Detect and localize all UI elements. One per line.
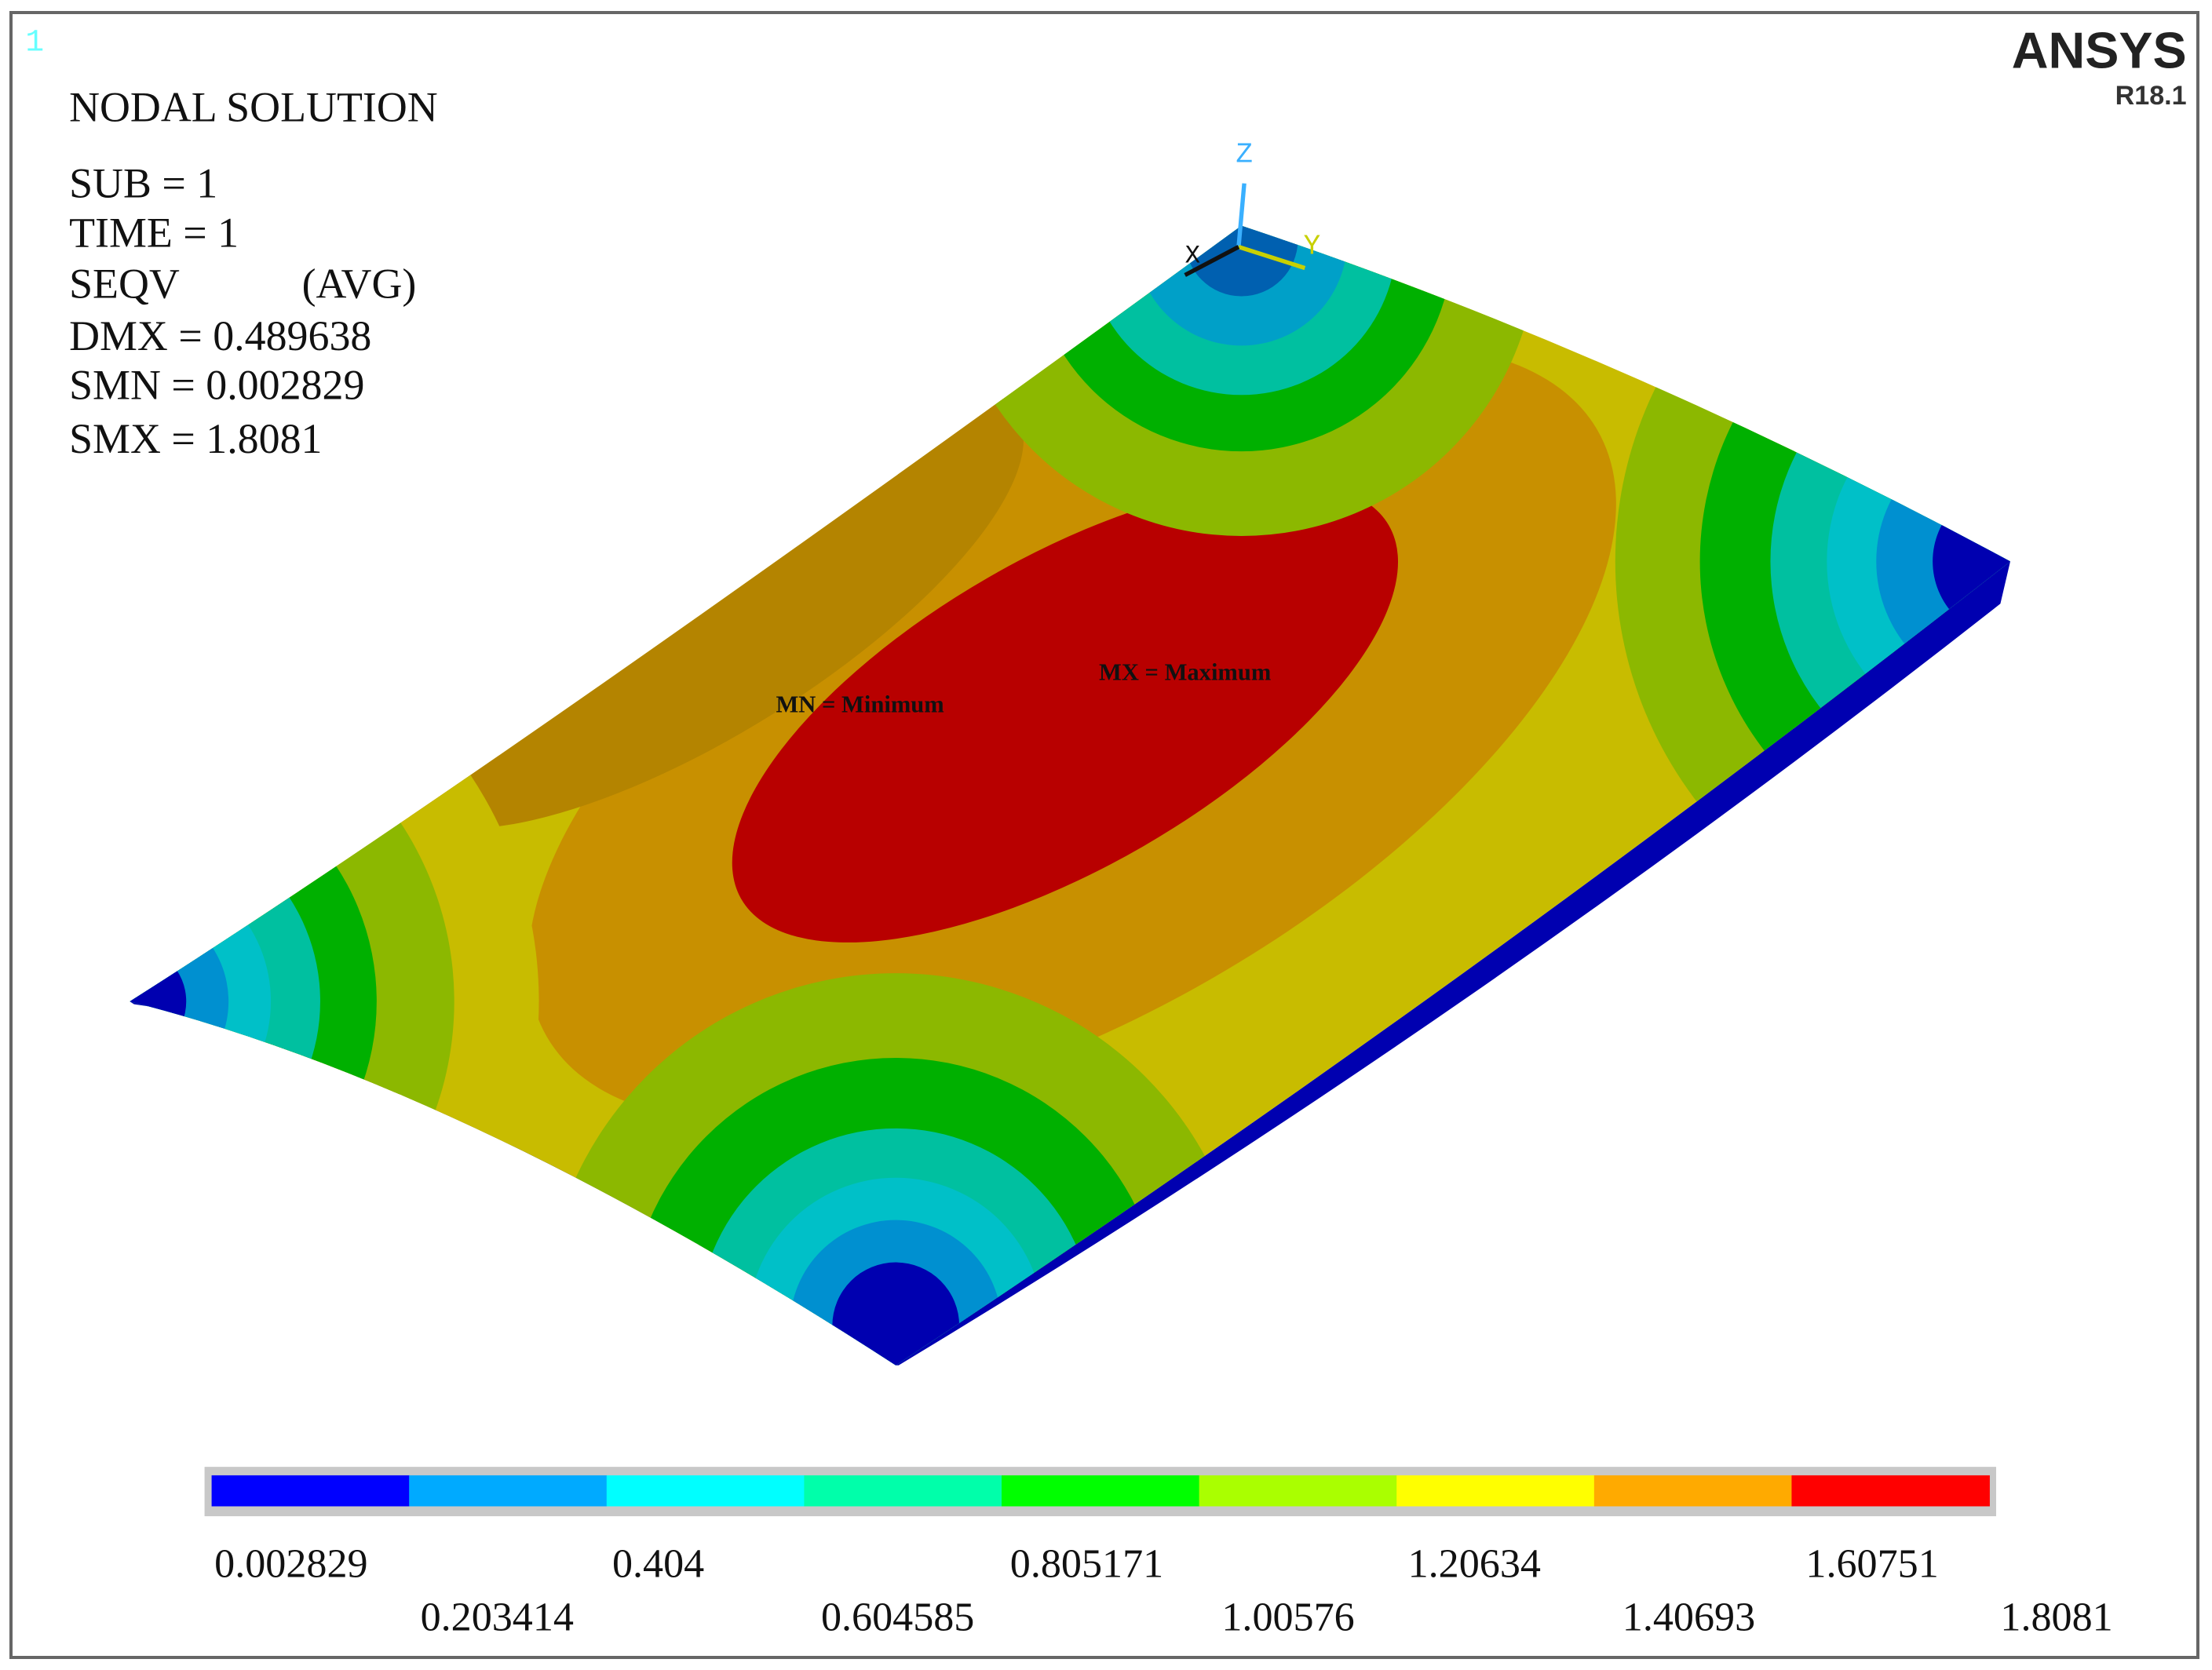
info-avg: (AVG) xyxy=(302,260,417,307)
legend-label: 1.20634 xyxy=(1408,1541,1541,1586)
logo-brand: ANSYS xyxy=(2012,21,2187,78)
legend-label: 1.00576 xyxy=(1221,1595,1354,1640)
max-marker-label: MX = Maximum xyxy=(1099,658,1271,685)
legend-swatch xyxy=(804,1475,1002,1507)
legend-swatch xyxy=(606,1475,805,1507)
legend-swatch xyxy=(1199,1475,1398,1507)
legend-label: 1.60751 xyxy=(1805,1541,1938,1586)
info-time: TIME = 1 xyxy=(69,210,239,257)
legend-swatch xyxy=(1002,1475,1200,1507)
legend-label: 1.8081 xyxy=(2000,1595,2112,1640)
legend-label: 1.40693 xyxy=(1622,1595,1755,1640)
legend-label: 0.805171 xyxy=(1010,1541,1163,1586)
color-legend: 0.002829 0.404 0.805171 1.20634 1.60751 0.203… xyxy=(204,1467,2113,1640)
legend-label: 0.002829 xyxy=(214,1541,367,1586)
info-quantity: SEQV xyxy=(69,260,180,307)
legend-label: 0.203414 xyxy=(421,1595,574,1640)
plate-model: MN = Minimum MX = Maximum xyxy=(130,225,2011,1366)
info-sub: SUB = 1 xyxy=(69,160,217,207)
info-smx: SMX = 1.8081 xyxy=(69,415,322,462)
legend-swatch xyxy=(211,1475,411,1507)
y-axis-label: Y xyxy=(1304,231,1321,263)
info-smn: SMN = 0.002829 xyxy=(69,362,364,409)
logo-release: R18.1 xyxy=(2115,81,2187,111)
legend-label: 0.604585 xyxy=(821,1595,974,1640)
ansys-logo: ANSYS R18.1 xyxy=(2012,21,2187,111)
legend-swatch xyxy=(1593,1475,1793,1507)
legend-label: 0.404 xyxy=(612,1541,704,1586)
info-block: NODAL SOLUTION SUB = 1 TIME = 1 SEQV (AV… xyxy=(69,84,438,462)
legend-swatch xyxy=(1791,1475,1990,1507)
info-dmx: DMX = 0.489638 xyxy=(69,312,371,359)
legend-swatch xyxy=(409,1475,608,1507)
window-number: 1 xyxy=(25,25,44,60)
result-plot: 1 NODAL SOLUTION SUB = 1 TIME = 1 SEQV (… xyxy=(25,21,2187,1640)
legend-swatch xyxy=(1396,1475,1595,1507)
info-title: NODAL SOLUTION xyxy=(69,84,438,131)
x-axis-label: X xyxy=(1185,241,1200,270)
z-axis-label: Z xyxy=(1236,139,1253,171)
min-marker-label: MN = Minimum xyxy=(776,691,944,718)
